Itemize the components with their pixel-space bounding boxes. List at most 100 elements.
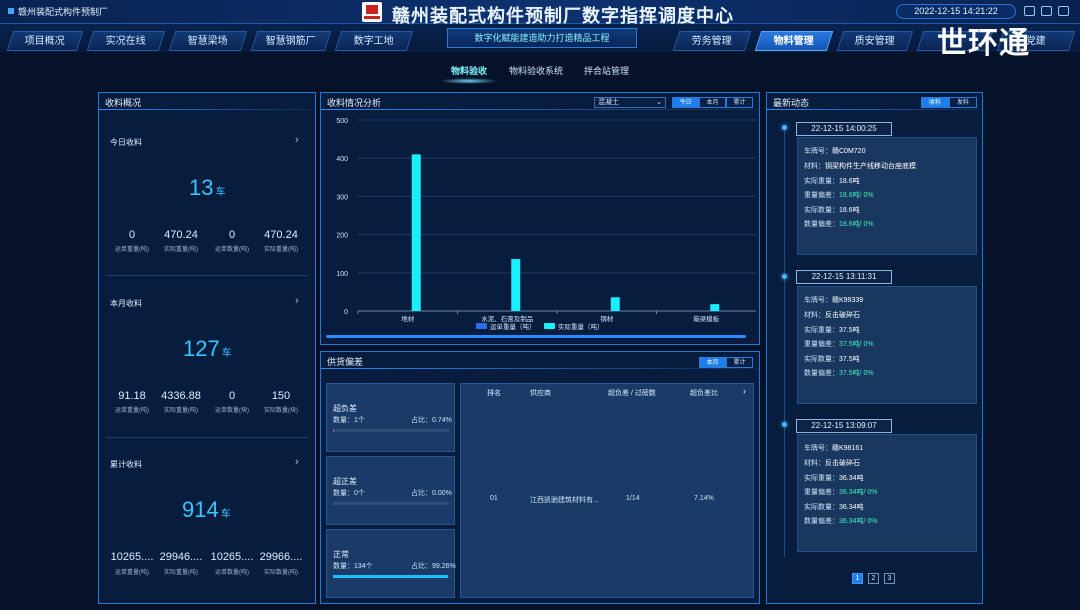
legend-label: 实际重量（吨） — [558, 322, 604, 331]
page-title: 赣州装配式构件预制厂数字指挥调度中心 — [392, 6, 734, 26]
month-receipt-label: 本月收料 — [110, 299, 142, 308]
table-header-rank: 排名 — [487, 390, 501, 397]
panel-title: 最新动态 — [773, 98, 810, 108]
y-tick-label: 400 — [336, 156, 348, 163]
range-tab-today[interactable]: 今日 — [672, 97, 699, 108]
y-tick-label: 100 — [336, 271, 348, 278]
deviation-card-normal[interactable]: 正常 数量：134个 占比：99.26% — [326, 529, 456, 598]
material-type-select[interactable]: 混凝土 ⌄ — [594, 97, 666, 108]
bar-1-0 — [411, 154, 421, 311]
nav-tab-labor[interactable]: 劳务管理 — [672, 31, 752, 51]
window-icon[interactable] — [1041, 6, 1052, 16]
range-tab-month[interactable]: 本月 — [699, 97, 726, 108]
range-tab-total[interactable]: 累计 — [726, 97, 753, 108]
supply-tab-total[interactable]: 累计 — [726, 357, 753, 368]
x-tick-label: 地材 — [401, 314, 415, 323]
nav-tab-project-overview[interactable]: 项目概况 — [6, 31, 84, 51]
bar-1-1 — [511, 259, 521, 311]
today-receipt-count: 13 车 — [189, 175, 226, 200]
panel-title: 收料概况 — [105, 98, 142, 108]
page-button-3[interactable]: 3 — [884, 573, 895, 584]
table-cell-percent: 7.14% — [694, 495, 714, 502]
header: 赣州装配式构件预制厂 赣州装配式构件预制厂数字指挥调度中心 2022-12-15… — [0, 0, 1080, 52]
nav-tab-digital-site[interactable]: 数字工地 — [334, 31, 414, 51]
timeline-dot — [782, 274, 787, 279]
stat-value: 29946.... — [159, 551, 203, 563]
event-card[interactable]: 车牌号：赣C0M720 材料：钢梁构件生产线移动台座底模 实际重量：18.6吨 … — [797, 137, 977, 255]
subtab-acceptance-system[interactable]: 物料验收系统 — [509, 64, 563, 77]
supply-tab-month[interactable]: 本月 — [699, 357, 726, 368]
timeline-dot — [782, 422, 787, 427]
total-receipt-count: 914 车 — [182, 497, 231, 522]
table-header-supplier: 供应商 — [530, 390, 551, 397]
bar-1-2 — [610, 297, 620, 311]
top-bar: 赣州装配式构件预制厂 赣州装配式构件预制厂数字指挥调度中心 2022-12-15… — [0, 0, 1080, 26]
stat-label: 实际数量(吨) — [264, 570, 298, 576]
panel-title: 收料情况分析 — [327, 98, 382, 108]
subtab-active-indicator — [440, 78, 498, 84]
stat-value: 0 — [128, 229, 136, 241]
total-receipt-label: 累计收料 — [110, 460, 142, 469]
stat-label: 运单数量(块) — [215, 408, 249, 414]
stat-label: 运单重量(吨) — [115, 247, 149, 253]
table-header-percent: 超负差比 — [690, 390, 718, 397]
nav-tab-live[interactable]: 实况在线 — [86, 31, 166, 51]
company-name: 赣州装配式构件预制厂 — [18, 7, 109, 17]
stat-label: 实际数量(块) — [264, 408, 298, 414]
exit-icon[interactable] — [1058, 6, 1069, 16]
stat-label: 实际重量(吨) — [164, 408, 198, 414]
chevron-right-icon[interactable]: › — [295, 134, 299, 146]
stat-label: 实际重量(吨) — [264, 247, 298, 253]
page-button-2[interactable]: 2 — [868, 573, 879, 584]
slogan-plate: 数字化赋能建造助力打造精品工程 — [447, 28, 637, 48]
stat-value: 4336.88 — [161, 390, 201, 402]
deviation-progress-bar — [333, 502, 449, 505]
event-time: 22-12-15 14:00:25 — [796, 122, 892, 136]
chevron-right-icon[interactable]: › — [295, 456, 299, 468]
event-card[interactable]: 车牌号：赣K98161 材料：反击破碎石 实际重量：36.34吨 重量偏差：36… — [797, 434, 977, 552]
stat-label: 实际重量(吨) — [164, 570, 198, 576]
deviation-card-negative[interactable]: 超负差 数量：1个 占比：0.74% — [326, 383, 455, 452]
screen-icon[interactable] — [1024, 6, 1035, 16]
nav-tab-smart-rebar[interactable]: 智慧钢筋厂 — [250, 31, 332, 51]
stat-value: 150 — [271, 390, 291, 402]
timeline-line — [784, 127, 785, 557]
stat-value: 10265.... — [210, 551, 254, 563]
subtab-mixing-station[interactable]: 拌合站管理 — [584, 64, 629, 77]
chevron-right-icon[interactable]: › — [743, 386, 746, 396]
y-tick-label: 200 — [336, 233, 348, 240]
legend-label: 运单重量（吨） — [490, 322, 536, 331]
supplier-table — [460, 383, 754, 598]
y-tick-label: 0 — [344, 309, 348, 316]
brand-watermark: 世环通 — [937, 27, 1030, 60]
stat-label: 运单数量(吨) — [215, 570, 249, 576]
activity-tab-receive[interactable]: 收料 — [921, 97, 949, 108]
panel-title: 供货偏差 — [327, 357, 364, 367]
event-card[interactable]: 车牌号：赣K99339 材料：反击破碎石 实际重量：37.5吨 重量偏差：37.… — [797, 286, 977, 404]
stat-label: 运单重量(吨) — [115, 570, 149, 576]
chevron-right-icon[interactable]: › — [295, 295, 299, 307]
stat-value: 10265.... — [110, 551, 154, 563]
y-tick-label: 300 — [336, 194, 348, 201]
factory-logo-icon — [362, 2, 382, 22]
stat-label: 运单重量(吨) — [115, 408, 149, 414]
stat-value: 29966.... — [259, 551, 303, 563]
nav-tab-smart-beam[interactable]: 智慧梁场 — [168, 31, 248, 51]
stat-label: 运单数量(吨) — [215, 247, 249, 253]
deviation-card-positive[interactable]: 超正差 数量：0个 占比：0.00% — [326, 456, 455, 525]
nav-tab-quality-safety[interactable]: 质安管理 — [836, 31, 914, 51]
event-time: 22-12-15 13:11:31 — [796, 270, 892, 284]
nav-tab-materials[interactable]: 物料管理 — [754, 31, 834, 51]
stat-value: 470.24 — [264, 229, 298, 241]
legend-swatch — [544, 323, 555, 329]
today-receipt-label: 今日收料 — [110, 138, 142, 147]
datetime-display: 2022-12-15 14:21:22 — [896, 4, 1016, 19]
chart-scrollbar[interactable] — [326, 335, 746, 338]
table-header-ratio: 超负差 / 过磅数 — [608, 390, 656, 397]
event-time: 22-12-15 13:09:07 — [796, 419, 892, 433]
subtab-material-acceptance[interactable]: 物料验收 — [451, 64, 487, 77]
timeline-dot — [782, 125, 787, 130]
activity-tab-send[interactable]: 发料 — [949, 97, 977, 108]
page-button-1[interactable]: 1 — [852, 573, 863, 584]
stat-value: 0 — [228, 390, 236, 402]
